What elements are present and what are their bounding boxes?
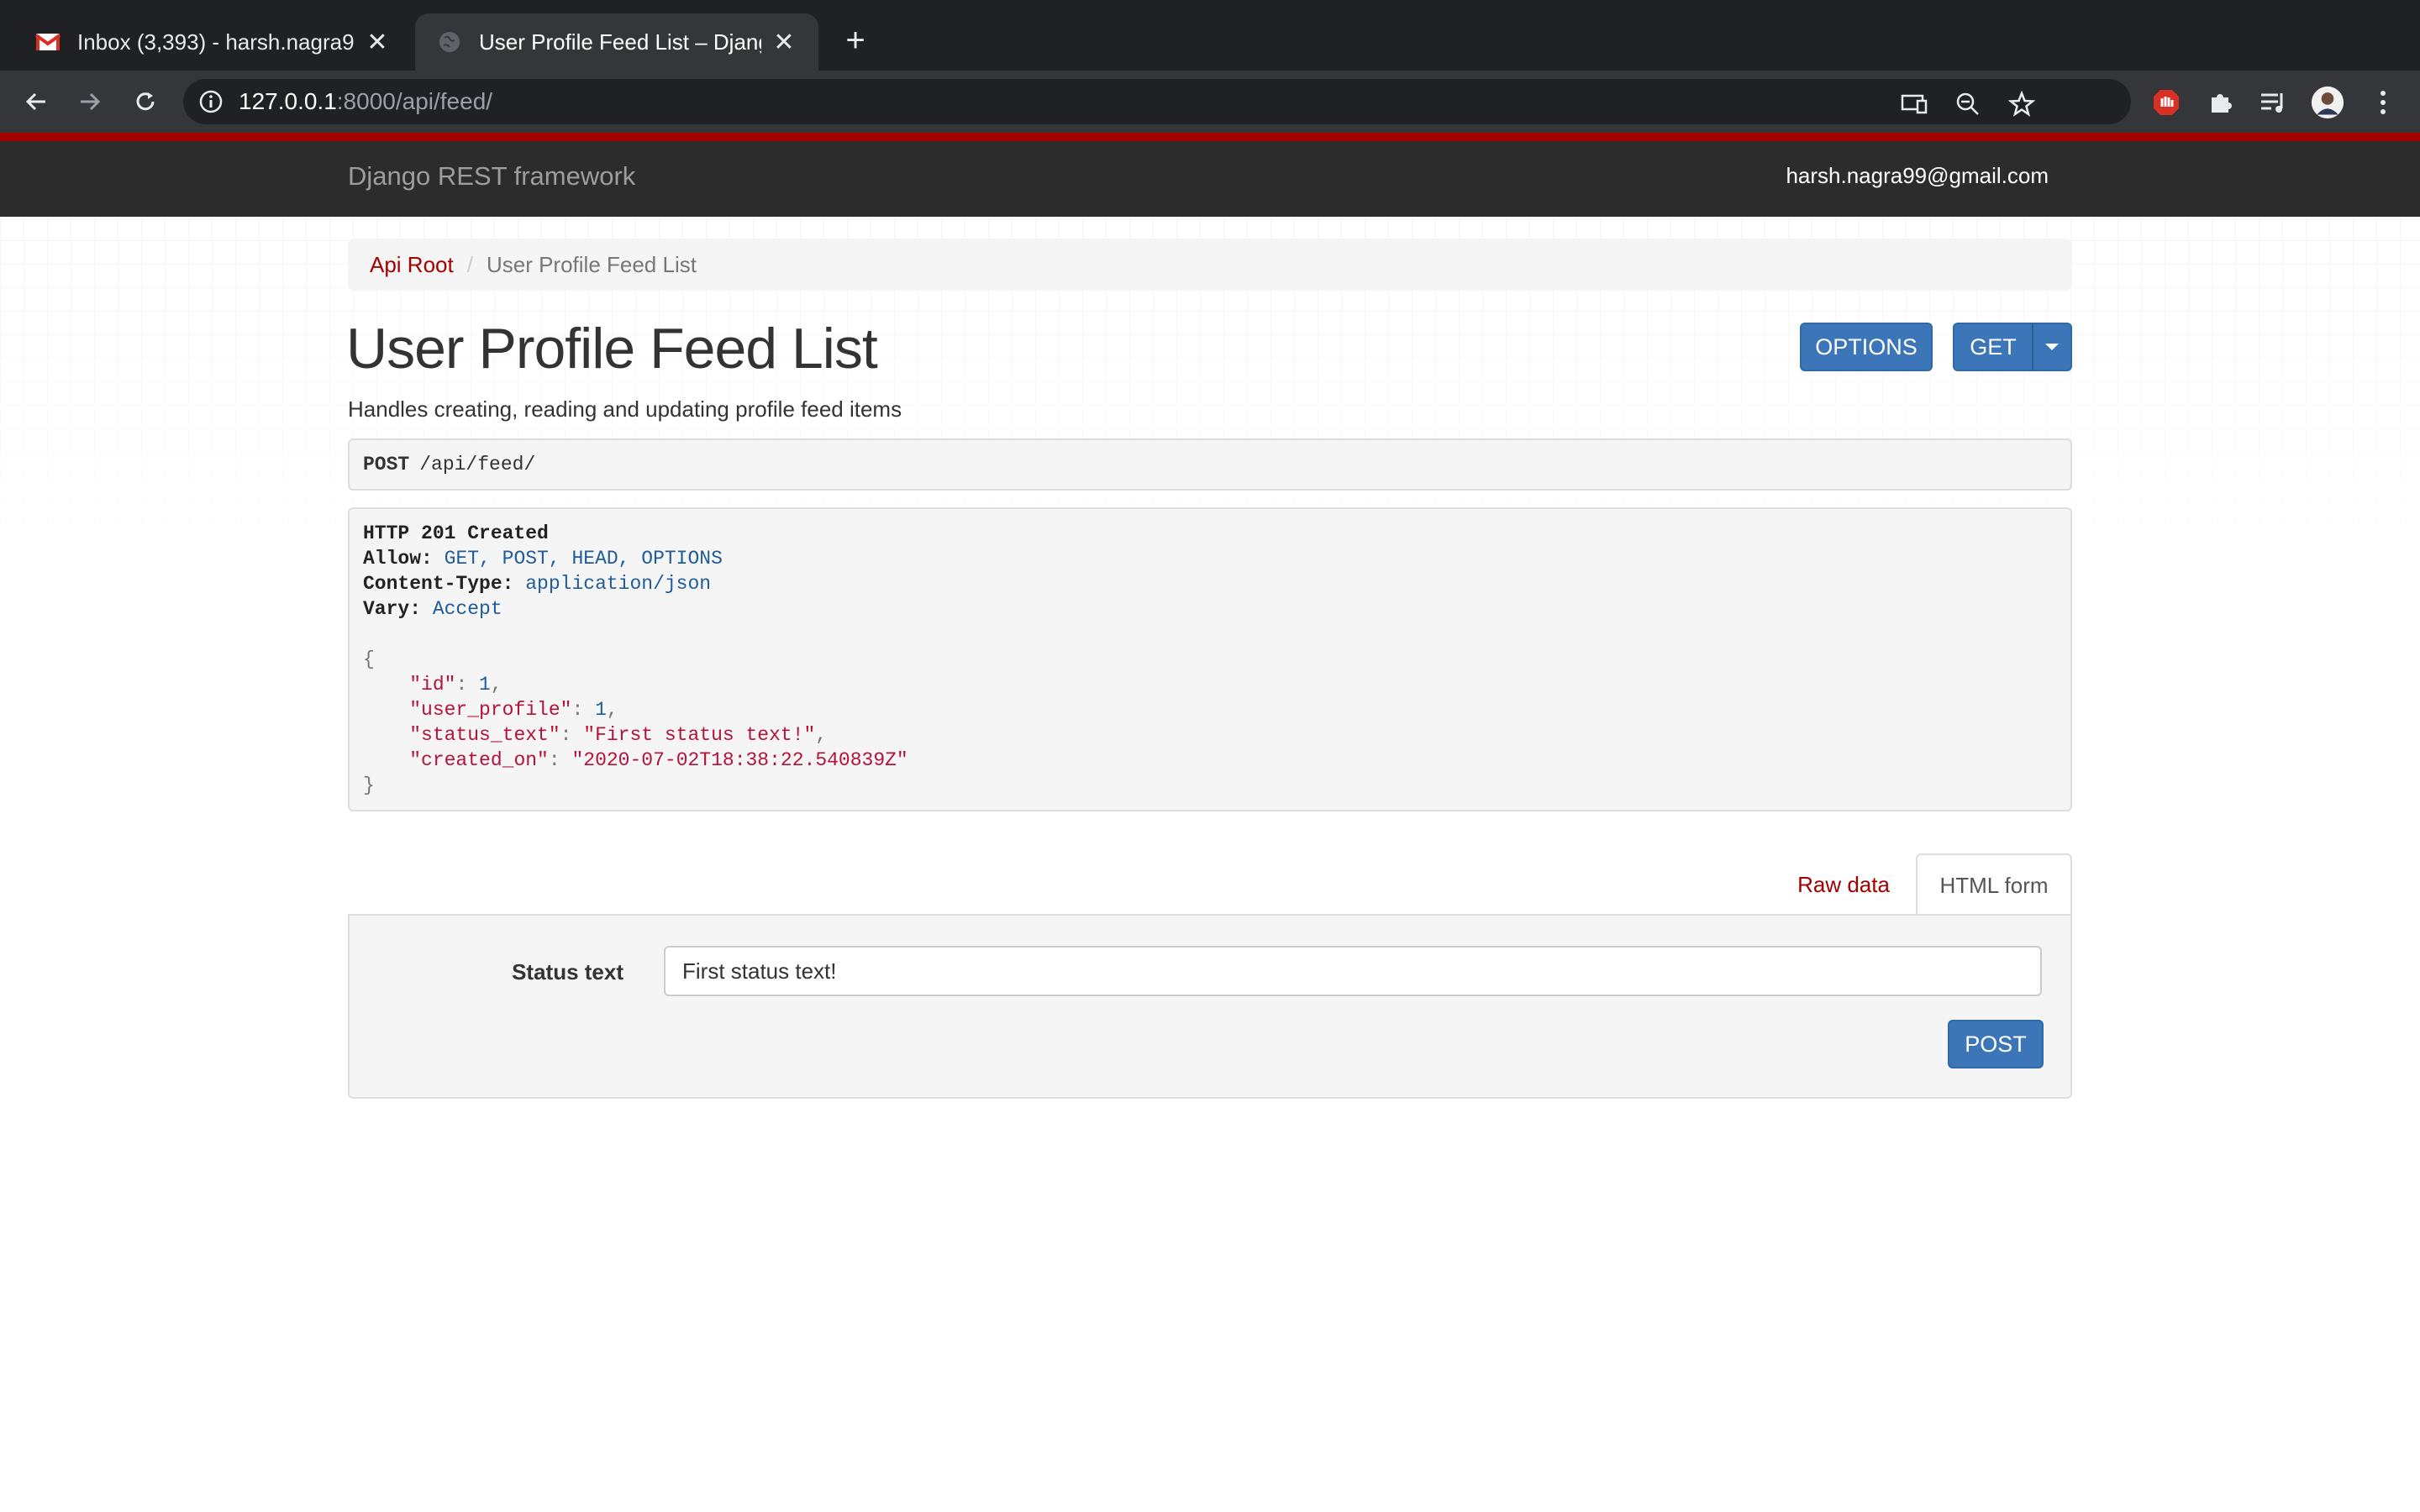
back-arrow-icon[interactable]: [17, 82, 55, 121]
browser-tab-gmail[interactable]: Inbox (3,393) - harsh.nagra99@ ✕: [13, 13, 412, 71]
globe-icon: [437, 29, 462, 55]
info-icon[interactable]: [198, 89, 224, 114]
close-icon[interactable]: ✕: [771, 28, 797, 57]
json-open-brace: {: [363, 648, 375, 670]
adblock-extension-icon[interactable]: [2149, 86, 2183, 119]
user-menu[interactable]: harsh.nagra99@gmail.com: [1786, 163, 2049, 189]
json-field: "id": 1,: [409, 674, 502, 696]
get-format-dropdown[interactable]: [2032, 323, 2072, 371]
breadcrumb-current: User Profile Feed List: [486, 251, 697, 277]
media-controls-icon[interactable]: [2257, 86, 2291, 119]
new-tab-button[interactable]: +: [837, 22, 874, 59]
request-method: POST: [363, 454, 410, 475]
browser-tab-active[interactable]: User Profile Feed List – Django ✕: [415, 13, 818, 71]
browser-tab-title: User Profile Feed List – Django: [479, 29, 761, 55]
address-bar[interactable]: 127.0.0.1:8000/api/feed/: [183, 79, 2131, 124]
request-path: /api/feed/: [419, 454, 536, 475]
json-field: "status_text": "First status text!",: [409, 724, 828, 746]
response-header: Content-Type: application/json: [363, 573, 712, 595]
brand-link[interactable]: Django REST framework: [348, 161, 635, 192]
profile-avatar-icon[interactable]: [2311, 86, 2344, 119]
forward-arrow-icon[interactable]: [71, 82, 109, 121]
json-field: "created_on": "2020-07-02T18:38:22.54083…: [409, 749, 908, 771]
breadcrumb: Api Root / User Profile Feed List: [348, 239, 2072, 291]
options-button[interactable]: OPTIONS: [1800, 323, 1933, 371]
page-title: User Profile Feed List: [346, 317, 878, 381]
post-button[interactable]: POST: [1948, 1020, 2044, 1068]
browser-tab-strip: Inbox (3,393) - harsh.nagra99@ ✕ User Pr…: [0, 0, 2420, 71]
status-text-input[interactable]: [664, 946, 2042, 996]
form-tabs: Raw data HTML form: [348, 853, 2072, 916]
reload-icon[interactable]: [126, 82, 165, 121]
response-info: HTTP 201 Created Allow: GET, POST, HEAD,…: [348, 507, 2072, 811]
page-description: Handles creating, reading and updating p…: [348, 396, 902, 422]
cast-icon[interactable]: [1899, 89, 1929, 119]
tab-raw-data[interactable]: Raw data: [1795, 853, 1892, 916]
gmail-icon: [35, 29, 60, 55]
json-close-brace: }: [363, 774, 375, 796]
response-status: HTTP 201 Created: [363, 522, 549, 544]
html-form-panel: Status text POST: [348, 914, 2072, 1099]
response-header: Vary: Accept: [363, 598, 502, 620]
breadcrumb-api-root[interactable]: Api Root: [370, 252, 454, 278]
drf-navbar: Django REST framework harsh.nagra99@gmai…: [0, 133, 2420, 217]
tab-html-form[interactable]: HTML form: [1916, 853, 2072, 916]
response-header: Allow: GET, POST, HEAD, OPTIONS: [363, 548, 723, 570]
request-info: POST /api/feed/: [348, 438, 2072, 491]
browser-tab-title: Inbox (3,393) - harsh.nagra99@: [77, 29, 355, 55]
json-field: "user_profile": 1,: [409, 699, 618, 721]
extensions-puzzle-icon[interactable]: [2203, 86, 2237, 119]
browser-toolbar: 127.0.0.1:8000/api/feed/: [0, 71, 2420, 133]
zoom-out-icon[interactable]: [1953, 89, 1983, 119]
more-menu-icon[interactable]: [2366, 86, 2400, 119]
status-text-label: Status text: [512, 959, 623, 984]
caret-down-icon: [2045, 344, 2059, 350]
star-icon[interactable]: [2007, 89, 2037, 119]
close-icon[interactable]: ✕: [365, 28, 390, 57]
breadcrumb-separator: /: [466, 251, 473, 277]
url-text: 127.0.0.1:8000/api/feed/: [239, 88, 493, 114]
get-button[interactable]: GET: [1953, 323, 2033, 371]
